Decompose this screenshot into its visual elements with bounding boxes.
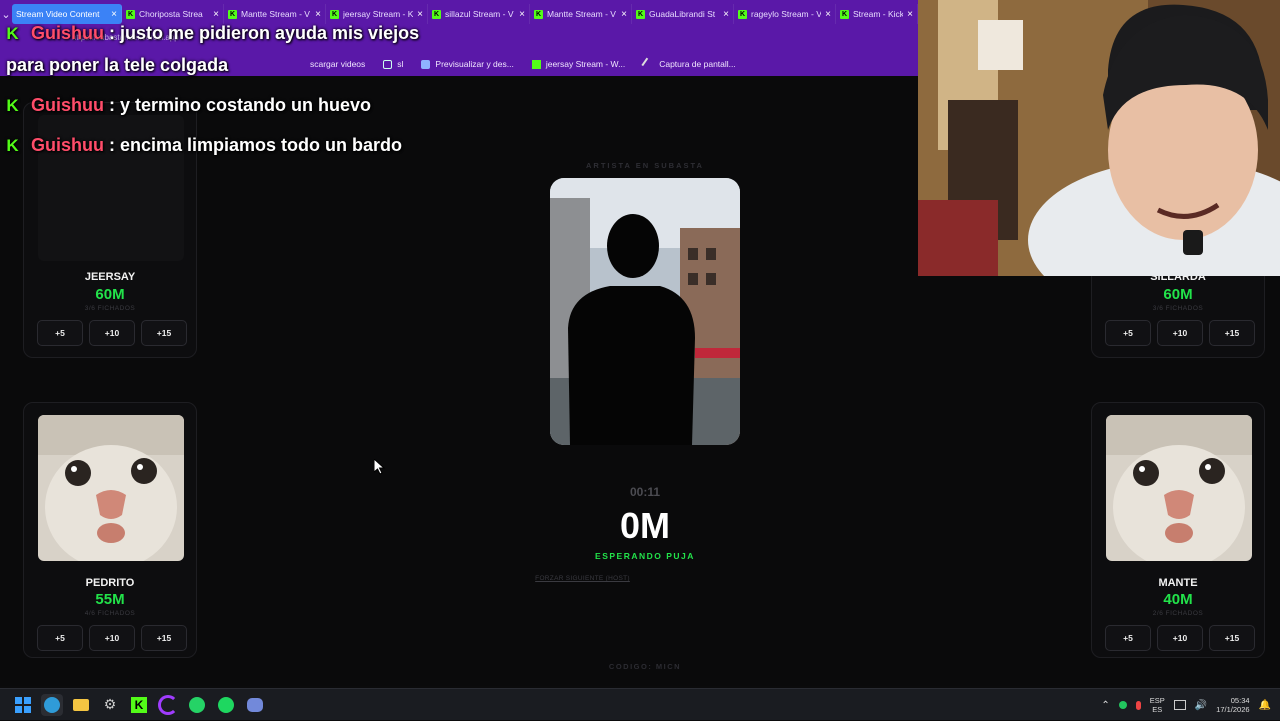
bid-plus-10-button[interactable]: +10 (89, 320, 135, 346)
purple-c-app-icon[interactable] (157, 694, 179, 716)
browser-tab[interactable]: K Mantte Stream - V × (530, 4, 632, 24)
kick-icon: K (636, 9, 645, 19)
close-tab-icon[interactable]: × (825, 9, 831, 20)
kick-icon: K (840, 9, 849, 19)
kick-icon: K (738, 9, 747, 19)
force-next-link[interactable]: FORZAR SIGUIENTE (HOST) (500, 575, 665, 582)
pen-icon (641, 57, 656, 71)
bid-plus-10-button[interactable]: +10 (1157, 625, 1203, 651)
chat-overlay: K Guishuu : justo me pidieron ayuda mis v… (6, 17, 426, 231)
webcam-feed (918, 0, 1280, 276)
system-tray: ⌃ ESP ES 🔊 05:34 17/1/2026 🔔 (1101, 689, 1280, 721)
browser-tab[interactable]: Ksillazul Stream - V × (428, 4, 530, 24)
volume-icon[interactable]: 🔊 (1195, 700, 1207, 710)
network-icon[interactable] (1173, 700, 1186, 710)
bid-plus-15-button[interactable]: +15 (1209, 320, 1255, 346)
kick-icon: K (6, 24, 19, 43)
webcam-photo (918, 0, 1280, 276)
tab-label: sillazul Stream - V (445, 9, 514, 19)
auction-amount: 0M (619, 505, 670, 546)
player-value: 60M (95, 286, 125, 303)
tab-label: rageylo Stream - V (751, 9, 822, 19)
spotify-icon[interactable] (215, 694, 237, 716)
kick-app-icon[interactable]: K (128, 694, 150, 716)
chat-username: Guishuu (31, 95, 104, 115)
artist-photo (550, 178, 740, 445)
kick-icon: K (6, 136, 19, 155)
player-fichados: 3/6 FICHADOS (84, 305, 136, 312)
bookmark-item[interactable]: Captura de pantall... (641, 57, 736, 71)
bid-plus-5-button[interactable]: +5 (37, 320, 83, 346)
taskbar: ⚙ K ⌃ ESP ES 🔊 05:34 17/1/2026 🔔 (0, 688, 1280, 720)
bid-plus-15-button[interactable]: +15 (141, 320, 187, 346)
tray-green-dot-icon[interactable] (1118, 701, 1127, 709)
bid-plus-10-button[interactable]: +10 (89, 625, 135, 651)
silhouette-photo (550, 178, 740, 445)
kick-icon (531, 59, 541, 69)
artist-label: ARTISTA EN SUBASTA (586, 161, 704, 170)
player-panel-mante: MANTE 40M 2/6 FICHADOS +5 +10 +15 (1091, 402, 1265, 658)
file-explorer-icon[interactable] (70, 694, 92, 716)
close-tab-icon[interactable]: × (907, 9, 913, 20)
player-photo (38, 415, 184, 561)
bid-plus-5-button[interactable]: +5 (1105, 625, 1151, 651)
player-name: MANTE (1158, 577, 1198, 589)
chat-username: Guishuu (31, 135, 104, 155)
bookmark-item[interactable]: Previsualizar y des... (421, 59, 514, 69)
player-name: JEERSAY (84, 271, 136, 283)
chat-text: y termino costando un huevo (120, 95, 372, 115)
bid-plus-5-button[interactable]: +5 (37, 625, 83, 651)
tab-label: Mantte Stream - V (547, 9, 616, 19)
edge-browser-icon[interactable] (41, 693, 63, 716)
kick-icon: K (432, 9, 441, 19)
chat-message: K Guishuu : justo me pidieron ayuda mis v… (6, 23, 420, 75)
browser-tab[interactable]: Krageylo Stream - V × (734, 4, 836, 24)
kick-icon: K (6, 96, 19, 115)
player-value: 40M (1163, 591, 1193, 608)
tab-label: Stream - Kick Da (853, 9, 904, 19)
chevron-up-icon[interactable]: ⌃ (1101, 700, 1109, 710)
room-code: CODIGO: MICN (608, 662, 682, 671)
mouse-cursor-icon (374, 459, 386, 475)
windows-start-icon[interactable] (12, 694, 34, 716)
bid-plus-5-button[interactable]: +5 (1105, 320, 1151, 346)
close-tab-icon[interactable]: × (723, 9, 729, 20)
chat-username: Guishuu (31, 23, 104, 43)
cat-photo (38, 415, 184, 561)
auction-status: ESPERANDO PUJA (595, 551, 695, 561)
player-photo (1106, 415, 1252, 561)
player-fichados: 4/6 FICHADOS (84, 610, 136, 617)
player-name: PEDRITO (85, 577, 135, 589)
notification-icon[interactable]: 🔔 (1259, 700, 1271, 710)
language-indicator[interactable]: ESP ES (1150, 696, 1165, 714)
player-value: 60M (1163, 286, 1193, 303)
close-tab-icon[interactable]: × (519, 9, 525, 20)
bid-plus-10-button[interactable]: +10 (1157, 320, 1203, 346)
microphone-icon[interactable] (1135, 700, 1141, 710)
bookmark-item[interactable]: jeersay Stream - W... (531, 59, 625, 69)
auction-timer: 00:11 (629, 485, 661, 499)
player-fichados: 3/6 FICHADOS (1152, 305, 1204, 312)
clock[interactable]: 05:34 17/1/2026 (1216, 696, 1249, 714)
discord-icon[interactable] (244, 694, 266, 716)
player-value: 55M (95, 591, 125, 608)
settings-gear-icon[interactable]: ⚙ (99, 694, 121, 716)
player-fichados: 2/6 FICHADOS (1152, 610, 1204, 617)
kick-icon: K (534, 9, 543, 19)
cat-photo (1106, 415, 1252, 561)
tab-label: GuadaLibrandi St (649, 9, 716, 19)
player-panel-pedrito: PEDRITO 55M 4/6 FICHADOS +5 +10 +15 (23, 402, 197, 658)
chat-message: K Guishuu : y termino costando un huevo (6, 95, 372, 115)
bid-plus-15-button[interactable]: +15 (141, 625, 187, 651)
chat-text: encima limpiamos todo un bardo (120, 135, 403, 155)
whatsapp-icon[interactable] (186, 694, 208, 716)
close-tab-icon[interactable]: × (621, 9, 627, 20)
bid-plus-15-button[interactable]: +15 (1209, 625, 1255, 651)
chat-message: K Guishuu : encima limpiamos todo un bard… (6, 113, 426, 231)
browser-tab[interactable]: K GuadaLibrandi St × (632, 4, 734, 24)
browser-tab[interactable]: K Stream - Kick Da× (836, 4, 918, 24)
